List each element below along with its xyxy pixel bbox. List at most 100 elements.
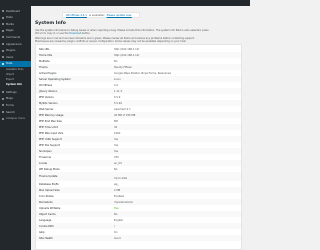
row-label: Language <box>39 218 52 222</box>
page-title: System Info <box>35 21 66 26</box>
dashboard-icon <box>2 10 4 12</box>
sidebar-item-plugins[interactable]: Plugins <box>0 48 31 54</box>
row-value: 30 <box>114 125 118 129</box>
row-label: Object Cache <box>39 212 56 216</box>
sidebar-item-label: System Info <box>6 83 23 87</box>
row-label: WP Debug Mode <box>39 167 60 171</box>
sidebar-item-search[interactable]: Search <box>0 109 31 115</box>
row-value: No <box>114 212 118 216</box>
row-label: Theme <box>39 65 48 69</box>
row-value: Linux <box>114 77 121 81</box>
row-value: / <box>114 224 115 228</box>
sidebar-item-label: Search <box>6 110 15 114</box>
row-label: PHP Max Input Vars <box>39 131 64 135</box>
intro-line-4: Most issues are caused by plugin conflic… <box>35 40 235 43</box>
admin-bar <box>0 0 250 6</box>
sidebar-item-tools[interactable]: Tools <box>0 60 31 67</box>
row-value: 5.5.9 <box>114 95 121 99</box>
row-label: MySQL Version <box>39 101 58 105</box>
row-value: Google Maps Builder, Ninja Forms, Releva… <box>114 71 172 75</box>
appearance-icon <box>2 43 4 45</box>
row-value: /%postname%/ <box>114 200 133 204</box>
update-version-link[interactable]: WordPress 4.4.1 <box>66 14 87 17</box>
sidebar-item-system-info[interactable]: System Info <box>0 83 31 88</box>
sidebar-item-export[interactable]: Export <box>0 78 31 83</box>
system-info-table: Site URL http://192.168.1.10/Home URL http… <box>35 44 242 250</box>
comments-icon <box>2 36 4 39</box>
sidebar-item-label: Tools <box>6 62 13 66</box>
sidebar-item-label: Dashboard <box>6 9 21 13</box>
row-label: Home URL <box>39 53 53 57</box>
sidebar-item-users[interactable]: Users <box>0 54 31 60</box>
update-notice-text: is available! <box>88 13 105 17</box>
row-label: Site Health <box>39 236 53 240</box>
row-value: English <box>114 218 124 222</box>
sidebar-item-forms[interactable]: Forms <box>0 102 31 108</box>
row-label: PHP cURL Support <box>39 137 62 141</box>
row-value: Apache/2.4.7 <box>114 107 131 111</box>
plugins-icon <box>2 49 4 52</box>
row-value: Twenty Fifteen <box>114 65 132 69</box>
row-value: Good <box>114 236 121 240</box>
row-label: Multisite <box>39 59 50 63</box>
sidebar-item-label: Posts <box>6 16 13 20</box>
sidebar-item-media[interactable]: Media <box>0 21 31 27</box>
sidebar-item-label: Users <box>6 55 14 59</box>
download-link[interactable]: Download <box>69 32 81 35</box>
row-label: PHP Memory Usage <box>39 113 64 117</box>
sidebar-item-comments[interactable]: Comments <box>0 34 31 40</box>
intro-line-2: Ctrl+C to copy it, or use the Download b… <box>35 32 235 35</box>
update-notice: WordPress 4.4.1 is available! Please upd… <box>62 12 140 18</box>
sidebar-item-maps[interactable]: Maps <box>0 96 31 102</box>
row-label: Theme Update <box>39 175 58 178</box>
row-label: Cookie Path <box>39 224 54 228</box>
row-label: PHP SSL Support <box>39 143 60 147</box>
sidebar-item-label: Settings <box>6 90 17 94</box>
sidebar-item-appearance[interactable]: Appearance <box>0 41 31 47</box>
row-value: Yes <box>114 137 119 141</box>
sidebar-item-import[interactable]: Import <box>0 73 31 78</box>
row-value: http://192.168.1.10/ <box>114 47 140 51</box>
sidebar-item-label: Comments <box>6 35 21 39</box>
sidebar-item-label: Import <box>6 73 14 77</box>
row-label: PHP Time Limit <box>39 125 58 129</box>
row-label: PHP Version <box>39 95 54 99</box>
row-label: jQuery Version <box>39 89 58 93</box>
row-label: Cron Status <box>39 194 54 198</box>
maps-icon <box>2 97 4 100</box>
sidebar-item-label: Maps <box>6 97 13 101</box>
row-label: Active Plugins <box>39 71 57 75</box>
row-value: No <box>114 59 118 63</box>
table-row: Site Health Good <box>36 235 241 241</box>
row-value: 8M <box>114 119 118 123</box>
row-label: Gzip <box>39 230 45 234</box>
sidebar-item-label: Export <box>6 78 14 82</box>
row-label: fsockopen <box>39 149 52 153</box>
row-label: Timezone <box>39 155 52 159</box>
row-label: PHP Post Max Size <box>39 119 62 123</box>
media-icon <box>2 23 4 26</box>
sidebar-item-settings[interactable]: Settings <box>0 89 31 95</box>
sidebar-item-posts[interactable]: Posts <box>0 15 31 21</box>
row-value-secondary: Up to date <box>114 176 128 180</box>
forms-icon <box>2 104 4 107</box>
tools-icon <box>2 62 4 65</box>
sidebar-item-pages[interactable]: Pages <box>0 28 31 34</box>
row-value: 4.4 <box>114 83 118 87</box>
update-now-link[interactable]: Please update now. <box>107 14 132 17</box>
users-icon <box>2 56 4 59</box>
row-value: wp_ <box>114 182 119 186</box>
row-value: 2 MB <box>114 188 121 192</box>
sidebar-item-collapse-menu[interactable]: Collapse menu <box>0 116 31 122</box>
row-label: Database Prefix <box>39 182 59 186</box>
row-label: Locale <box>39 161 48 165</box>
row-label: WordPress <box>39 83 53 87</box>
sidebar-item-dashboard[interactable]: Dashboard <box>0 8 31 14</box>
row-value: On <box>114 230 118 234</box>
settings-icon <box>2 91 4 94</box>
intro-text-2: Ctrl+C to copy it, or use the <box>35 32 69 35</box>
row-value: 40 MB of 256 MB <box>114 113 136 117</box>
row-value: http://192.168.1.10/ <box>114 53 140 57</box>
sidebar-item-available-tools[interactable]: Available Tools <box>0 67 31 72</box>
row-value: No <box>114 167 118 171</box>
